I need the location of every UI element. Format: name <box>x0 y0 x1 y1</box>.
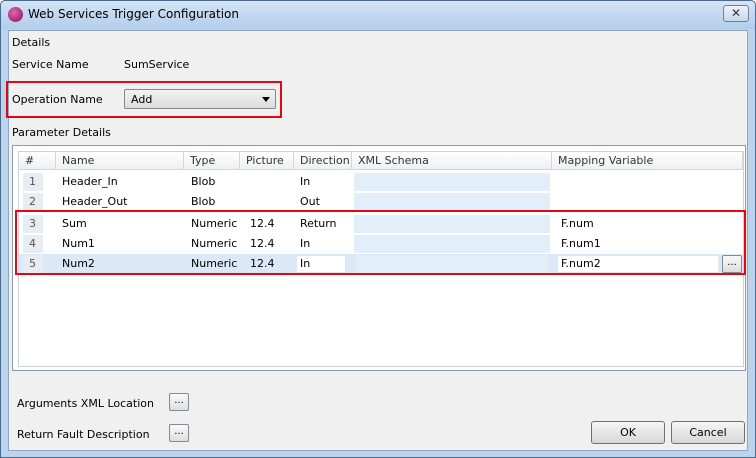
rows-highlight-box <box>15 210 746 275</box>
column-header-name[interactable]: Name <box>56 152 184 170</box>
param-direction: Out <box>300 195 320 208</box>
column-header-direction[interactable]: Direction <box>294 152 352 170</box>
param-name: Header_In <box>62 175 118 188</box>
arguments-xml-location-label: Arguments XML Location <box>17 397 154 410</box>
xml-schema-cell[interactable] <box>354 193 550 211</box>
row-number: 2 <box>23 193 43 211</box>
close-button[interactable]: ✕ <box>723 5 749 22</box>
param-direction: In <box>300 175 311 188</box>
dialog-window: Web Services Trigger Configuration ✕ Det… <box>0 0 756 458</box>
service-name-label: Service Name <box>12 58 89 71</box>
operation-name-label: Operation Name <box>12 93 103 106</box>
return-fault-browse-button[interactable]: ... <box>169 424 189 442</box>
details-section-label: Details <box>12 36 51 49</box>
title-bar[interactable]: Web Services Trigger Configuration ✕ <box>1 1 755 29</box>
operation-name-value: Add <box>131 93 153 106</box>
column-header-xml-schema[interactable]: XML Schema <box>352 152 552 170</box>
return-fault-description-label: Return Fault Description <box>17 428 150 441</box>
service-name-value: SumService <box>124 58 190 71</box>
row-number: 1 <box>23 173 43 191</box>
parameter-details-label: Parameter Details <box>12 126 111 139</box>
column-header-mapping-variable[interactable]: Mapping Variable <box>552 152 743 170</box>
cancel-button[interactable]: Cancel <box>671 421 745 444</box>
arguments-xml-browse-button[interactable]: ... <box>169 393 189 411</box>
column-header-type[interactable]: Type <box>184 152 240 170</box>
param-name: Header_Out <box>62 195 128 208</box>
column-header-picture[interactable]: Picture <box>240 152 294 170</box>
param-type: Blob <box>191 175 216 188</box>
operation-name-dropdown[interactable]: Add <box>124 89 276 109</box>
window-title: Web Services Trigger Configuration <box>28 7 239 21</box>
chevron-down-icon <box>262 97 270 102</box>
xml-schema-cell[interactable] <box>354 173 550 191</box>
close-icon: ✕ <box>730 6 742 20</box>
table-row[interactable]: 1 Header_In Blob In <box>19 172 743 192</box>
column-header-number[interactable]: # <box>19 152 56 170</box>
table-row[interactable]: 2 Header_Out Blob Out <box>19 192 743 212</box>
param-type: Blob <box>191 195 216 208</box>
ok-button[interactable]: OK <box>591 421 665 444</box>
dialog-client-area: Details Service Name SumService Operatio… <box>6 30 748 451</box>
magic-app-icon <box>8 7 23 22</box>
